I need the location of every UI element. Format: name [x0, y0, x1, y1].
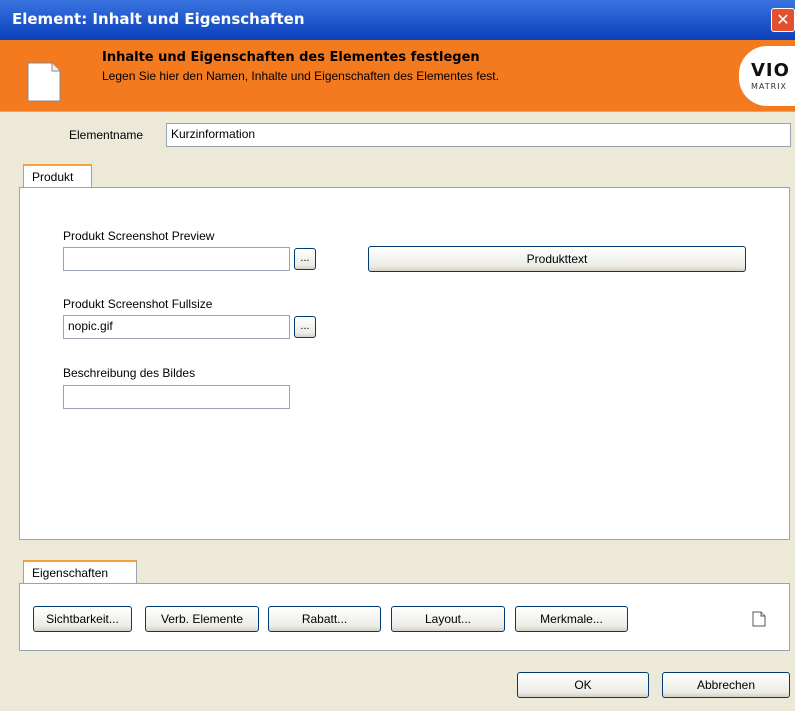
visibility-button[interactable]: Sichtbarkeit...	[33, 606, 132, 632]
linked-elements-button[interactable]: Verb. Elemente	[145, 606, 259, 632]
fullsize-browse-button[interactable]: ...	[294, 316, 316, 338]
cancel-button[interactable]: Abbrechen	[662, 672, 790, 698]
discount-button[interactable]: Rabatt...	[268, 606, 381, 632]
document-icon	[27, 62, 61, 102]
element-name-label: Elementname	[69, 128, 144, 142]
preview-browse-button[interactable]: ...	[294, 248, 316, 270]
close-button[interactable]: ✕	[771, 8, 795, 32]
header-title: Inhalte und Eigenschaften des Elementes …	[102, 50, 480, 65]
tab-produkt[interactable]: Produkt	[23, 164, 92, 188]
new-document-icon[interactable]	[752, 611, 766, 627]
produkttext-button[interactable]: Produkttext	[368, 246, 746, 272]
logo-text-top: VIO	[751, 60, 790, 81]
fullsize-label: Produkt Screenshot Fullsize	[63, 297, 213, 311]
preview-input[interactable]	[63, 247, 290, 271]
description-label: Beschreibung des Bildes	[63, 366, 196, 380]
layout-button[interactable]: Layout...	[391, 606, 505, 632]
window-title: Element: Inhalt und Eigenschaften	[12, 10, 305, 28]
header-subtitle: Legen Sie hier den Namen, Inhalte und Ei…	[102, 69, 499, 83]
viomatrix-logo: VIO MATRIX	[739, 46, 795, 106]
logo-text-bottom: MATRIX	[751, 82, 788, 91]
close-icon: ✕	[776, 10, 790, 29]
element-name-input[interactable]: Kurzinformation	[166, 123, 791, 147]
fullsize-input[interactable]: nopic.gif	[63, 315, 290, 339]
description-input[interactable]	[63, 385, 290, 409]
dialog-header: Inhalte und Eigenschaften des Elementes …	[0, 40, 795, 111]
ok-button[interactable]: OK	[517, 672, 649, 698]
title-bar: Element: Inhalt und Eigenschaften	[0, 0, 795, 40]
tab-eigenschaften[interactable]: Eigenschaften	[23, 560, 137, 584]
preview-label: Produkt Screenshot Preview	[63, 229, 215, 243]
header-divider	[0, 111, 795, 112]
features-button[interactable]: Merkmale...	[515, 606, 628, 632]
